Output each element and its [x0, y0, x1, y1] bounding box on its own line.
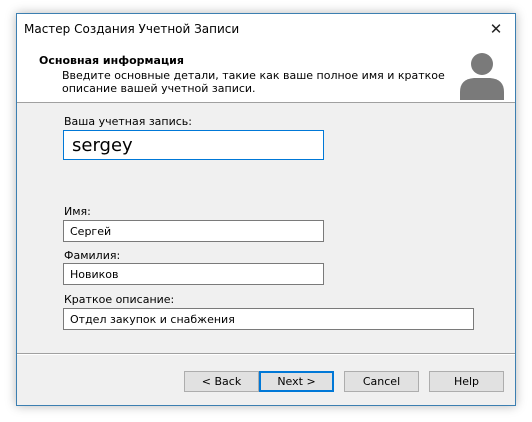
account-value: sergey — [72, 134, 133, 156]
last-name-input[interactable]: Новиков — [63, 263, 324, 285]
close-button[interactable]: ✕ — [477, 14, 515, 44]
next-button[interactable]: Next > — [259, 371, 334, 392]
account-input[interactable]: sergey — [63, 130, 324, 160]
back-button[interactable]: < Back — [184, 371, 259, 392]
user-avatar-icon — [460, 53, 504, 100]
description-input[interactable]: Отдел закупок и снабжения — [63, 308, 474, 330]
account-wizard-dialog: Мастер Создания Учетной Записи ✕ Основна… — [16, 13, 516, 406]
title-bar: Мастер Создания Учетной Записи ✕ — [17, 14, 515, 44]
last-name-label: Фамилия: — [64, 249, 121, 262]
description-value: Отдел закупок и снабжения — [70, 312, 235, 326]
first-name-label: Имя: — [64, 205, 91, 218]
window-title: Мастер Создания Учетной Записи — [24, 22, 240, 36]
account-label: Ваша учетная запись: — [64, 115, 192, 128]
description-label: Краткое описание: — [64, 293, 175, 306]
button-separator — [17, 353, 515, 355]
help-button[interactable]: Help — [429, 371, 504, 392]
cancel-button[interactable]: Cancel — [344, 371, 419, 392]
wizard-header: Основная информация Введите основные дет… — [17, 44, 515, 103]
header-title: Основная информация — [39, 54, 184, 67]
close-icon: ✕ — [489, 20, 503, 38]
header-description: Введите основные детали, такие как ваше … — [62, 69, 445, 95]
first-name-value: Сергей — [70, 224, 112, 238]
first-name-input[interactable]: Сергей — [63, 220, 324, 242]
last-name-value: Новиков — [70, 267, 119, 281]
